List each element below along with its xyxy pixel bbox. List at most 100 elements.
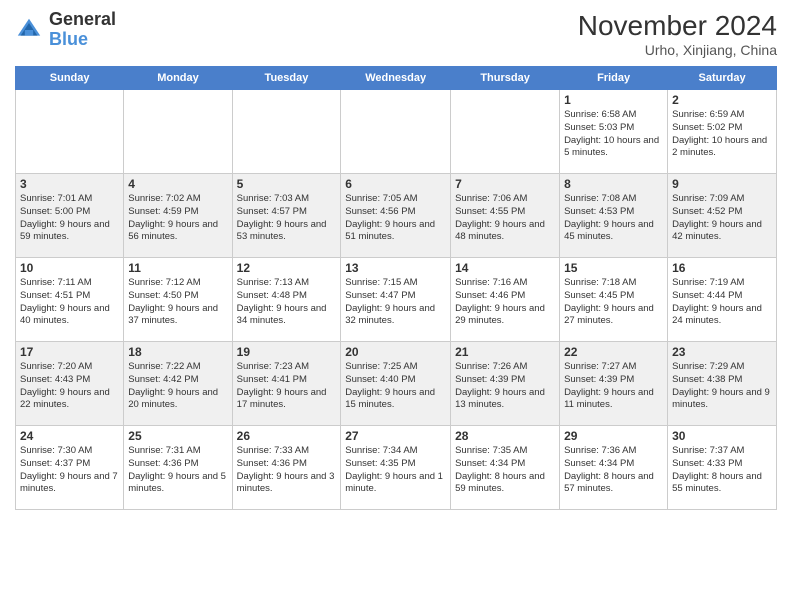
calendar-cell: 23 Sunrise: 7:29 AM Sunset: 4:38 PM Dayli…: [668, 342, 777, 426]
day-number: 1: [564, 93, 663, 107]
calendar-cell: 30 Sunrise: 7:37 AM Sunset: 4:33 PM Dayli…: [668, 426, 777, 510]
day-number: 4: [128, 177, 227, 191]
col-friday: Friday: [560, 67, 668, 90]
day-number: 25: [128, 429, 227, 443]
day-number: 9: [672, 177, 772, 191]
calendar-cell: 8Sunrise: 7:08 AM Sunset: 4:53 PM Daylig…: [560, 174, 668, 258]
calendar-cell: 15 Sunrise: 7:18 AM Sunset: 4:45 PM Dayli…: [560, 258, 668, 342]
calendar-cell: 29Sunrise: 7:36 AM Sunset: 4:34 PM Dayli…: [560, 426, 668, 510]
day-info: Sunrise: 7:09 AM Sunset: 4:52 PM Dayligh…: [672, 193, 772, 244]
calendar-cell: [16, 90, 124, 174]
col-tuesday: Tuesday: [232, 67, 341, 90]
calendar-week-3: 10 Sunrise: 7:11 AM Sunset: 4:51 PM Dayli…: [16, 258, 777, 342]
day-info: Sunrise: 7:37 AM Sunset: 4:33 PM Dayligh…: [672, 445, 772, 496]
day-info: Sunrise: 7:30 AM Sunset: 4:37 PM Dayligh…: [20, 445, 119, 496]
day-number: 23: [672, 345, 772, 359]
day-number: 3: [20, 177, 119, 191]
day-number: 22: [564, 345, 663, 359]
calendar-cell: 25Sunrise: 7:31 AM Sunset: 4:36 PM Dayli…: [124, 426, 232, 510]
day-number: 2: [672, 93, 772, 107]
calendar-cell: 17Sunrise: 7:20 AM Sunset: 4:43 PM Dayli…: [16, 342, 124, 426]
calendar-cell: [451, 90, 560, 174]
col-wednesday: Wednesday: [341, 67, 451, 90]
day-number: 16: [672, 261, 772, 275]
day-number: 7: [455, 177, 555, 191]
day-number: 28: [455, 429, 555, 443]
calendar-cell: 2 Sunrise: 6:59 AM Sunset: 5:02 PM Daylig…: [668, 90, 777, 174]
day-info: Sunrise: 7:08 AM Sunset: 4:53 PM Dayligh…: [564, 193, 663, 244]
calendar-cell: 10 Sunrise: 7:11 AM Sunset: 4:51 PM Dayli…: [16, 258, 124, 342]
day-info: Sunrise: 6:58 AM Sunset: 5:03 PM Dayligh…: [564, 109, 663, 160]
day-number: 21: [455, 345, 555, 359]
calendar-week-4: 17Sunrise: 7:20 AM Sunset: 4:43 PM Dayli…: [16, 342, 777, 426]
calendar-cell: 14 Sunrise: 7:16 AM Sunset: 4:46 PM Dayli…: [451, 258, 560, 342]
day-info: Sunrise: 7:29 AM Sunset: 4:38 PM Dayligh…: [672, 361, 772, 412]
day-info: Sunrise: 7:22 AM Sunset: 4:42 PM Dayligh…: [128, 361, 227, 412]
calendar-cell: 19 Sunrise: 7:23 AM Sunset: 4:41 PM Dayli…: [232, 342, 341, 426]
calendar-cell: 3Sunrise: 7:01 AM Sunset: 5:00 PM Daylig…: [16, 174, 124, 258]
day-info: Sunrise: 7:19 AM Sunset: 4:44 PM Dayligh…: [672, 277, 772, 328]
calendar-cell: 11Sunrise: 7:12 AM Sunset: 4:50 PM Dayli…: [124, 258, 232, 342]
calendar-cell: 27Sunrise: 7:34 AM Sunset: 4:35 PM Dayli…: [341, 426, 451, 510]
logo: General Blue: [15, 10, 116, 50]
calendar-cell: 16 Sunrise: 7:19 AM Sunset: 4:44 PM Dayli…: [668, 258, 777, 342]
header-row: Sunday Monday Tuesday Wednesday Thursday…: [16, 67, 777, 90]
calendar-week-2: 3Sunrise: 7:01 AM Sunset: 5:00 PM Daylig…: [16, 174, 777, 258]
day-info: Sunrise: 7:23 AM Sunset: 4:41 PM Dayligh…: [237, 361, 337, 412]
day-number: 6: [345, 177, 446, 191]
day-info: Sunrise: 7:13 AM Sunset: 4:48 PM Dayligh…: [237, 277, 337, 328]
month-title: November 2024: [578, 10, 777, 42]
calendar-cell: 1 Sunrise: 6:58 AM Sunset: 5:03 PM Daylig…: [560, 90, 668, 174]
day-number: 18: [128, 345, 227, 359]
logo-text: General Blue: [49, 10, 116, 50]
day-number: 10: [20, 261, 119, 275]
calendar-cell: 4 Sunrise: 7:02 AM Sunset: 4:59 PM Daylig…: [124, 174, 232, 258]
day-number: 14: [455, 261, 555, 275]
day-number: 26: [237, 429, 337, 443]
day-info: Sunrise: 7:27 AM Sunset: 4:39 PM Dayligh…: [564, 361, 663, 412]
day-number: 24: [20, 429, 119, 443]
calendar-cell: 28Sunrise: 7:35 AM Sunset: 4:34 PM Dayli…: [451, 426, 560, 510]
day-info: Sunrise: 7:25 AM Sunset: 4:40 PM Dayligh…: [345, 361, 446, 412]
day-number: 15: [564, 261, 663, 275]
calendar-cell: 9 Sunrise: 7:09 AM Sunset: 4:52 PM Daylig…: [668, 174, 777, 258]
calendar-cell: 26 Sunrise: 7:33 AM Sunset: 4:36 PM Dayli…: [232, 426, 341, 510]
day-info: Sunrise: 7:11 AM Sunset: 4:51 PM Dayligh…: [20, 277, 119, 328]
calendar-cell: [232, 90, 341, 174]
calendar-cell: 12 Sunrise: 7:13 AM Sunset: 4:48 PM Dayli…: [232, 258, 341, 342]
day-info: Sunrise: 6:59 AM Sunset: 5:02 PM Dayligh…: [672, 109, 772, 160]
col-sunday: Sunday: [16, 67, 124, 90]
day-info: Sunrise: 7:16 AM Sunset: 4:46 PM Dayligh…: [455, 277, 555, 328]
col-saturday: Saturday: [668, 67, 777, 90]
day-info: Sunrise: 7:18 AM Sunset: 4:45 PM Dayligh…: [564, 277, 663, 328]
header: General Blue November 2024 Urho, Xinjian…: [15, 10, 777, 58]
title-block: November 2024 Urho, Xinjiang, China: [578, 10, 777, 58]
day-info: Sunrise: 7:33 AM Sunset: 4:36 PM Dayligh…: [237, 445, 337, 496]
day-number: 5: [237, 177, 337, 191]
page-container: General Blue November 2024 Urho, Xinjian…: [0, 0, 792, 612]
calendar-cell: 18 Sunrise: 7:22 AM Sunset: 4:42 PM Dayli…: [124, 342, 232, 426]
logo-icon: [15, 16, 43, 44]
col-monday: Monday: [124, 67, 232, 90]
calendar-cell: 13Sunrise: 7:15 AM Sunset: 4:47 PM Dayli…: [341, 258, 451, 342]
calendar-week-5: 24 Sunrise: 7:30 AM Sunset: 4:37 PM Dayli…: [16, 426, 777, 510]
day-info: Sunrise: 7:26 AM Sunset: 4:39 PM Dayligh…: [455, 361, 555, 412]
day-info: Sunrise: 7:02 AM Sunset: 4:59 PM Dayligh…: [128, 193, 227, 244]
day-info: Sunrise: 7:03 AM Sunset: 4:57 PM Dayligh…: [237, 193, 337, 244]
day-number: 12: [237, 261, 337, 275]
day-number: 29: [564, 429, 663, 443]
calendar-cell: 20Sunrise: 7:25 AM Sunset: 4:40 PM Dayli…: [341, 342, 451, 426]
day-number: 30: [672, 429, 772, 443]
logo-blue-text: Blue: [49, 29, 88, 49]
calendar: Sunday Monday Tuesday Wednesday Thursday…: [15, 66, 777, 510]
calendar-cell: 6 Sunrise: 7:05 AM Sunset: 4:56 PM Daylig…: [341, 174, 451, 258]
day-info: Sunrise: 7:05 AM Sunset: 4:56 PM Dayligh…: [345, 193, 446, 244]
calendar-cell: 7Sunrise: 7:06 AM Sunset: 4:55 PM Daylig…: [451, 174, 560, 258]
calendar-cell: [341, 90, 451, 174]
calendar-cell: 22 Sunrise: 7:27 AM Sunset: 4:39 PM Dayli…: [560, 342, 668, 426]
day-info: Sunrise: 7:15 AM Sunset: 4:47 PM Dayligh…: [345, 277, 446, 328]
day-info: Sunrise: 7:34 AM Sunset: 4:35 PM Dayligh…: [345, 445, 446, 496]
calendar-week-1: 1 Sunrise: 6:58 AM Sunset: 5:03 PM Daylig…: [16, 90, 777, 174]
calendar-cell: 5 Sunrise: 7:03 AM Sunset: 4:57 PM Daylig…: [232, 174, 341, 258]
day-number: 19: [237, 345, 337, 359]
